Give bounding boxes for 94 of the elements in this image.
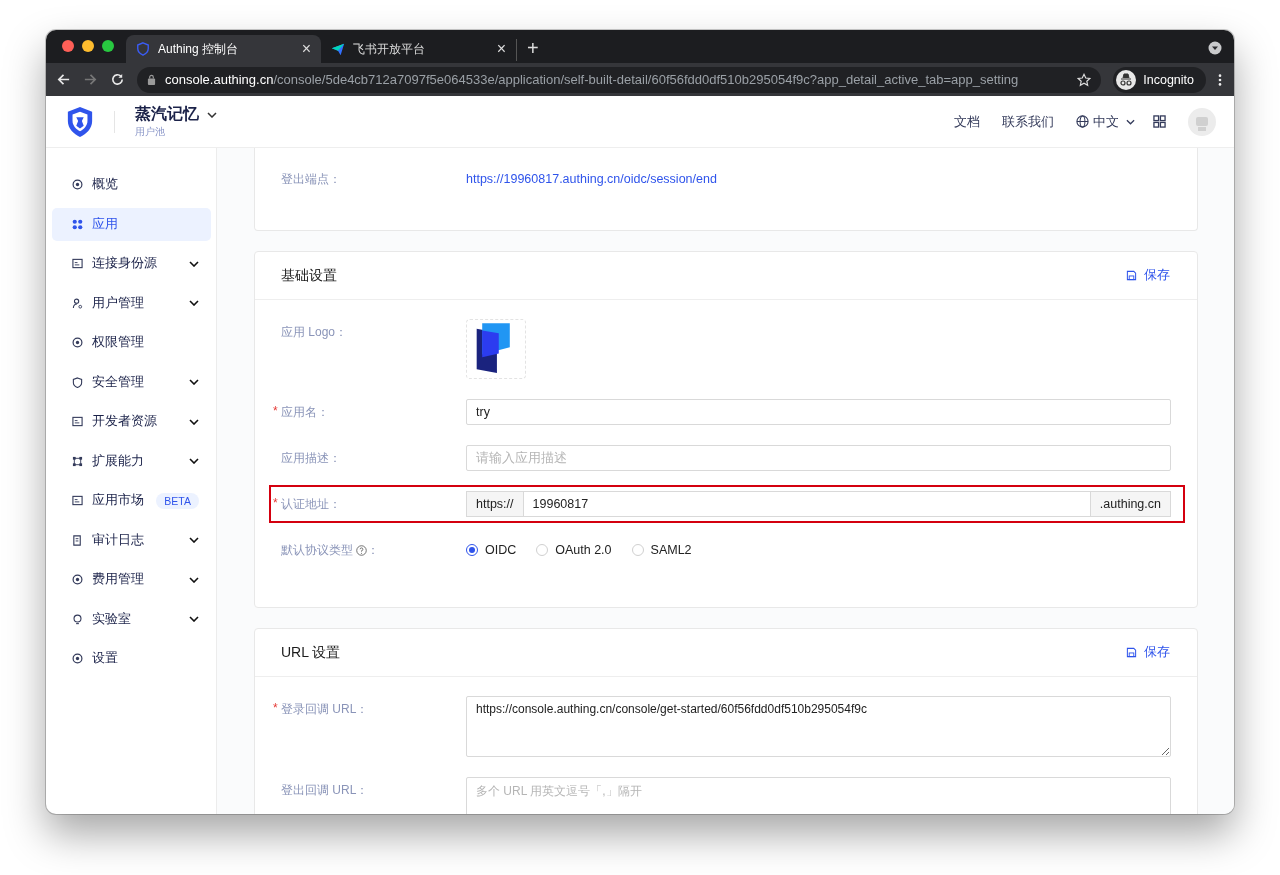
chevron-down-icon[interactable]	[189, 616, 199, 622]
incognito-icon	[1116, 69, 1137, 90]
required-mark: *	[273, 496, 278, 510]
radio-button[interactable]	[466, 544, 478, 556]
radio-option[interactable]: OIDC	[466, 543, 517, 557]
close-tab-button[interactable]: ×	[496, 41, 506, 57]
text-field[interactable]: 请输入应用描述	[466, 445, 1171, 471]
sidebar-item[interactable]: 连接身份源	[52, 247, 211, 280]
browser-tab[interactable]: 飞书开放平台 ×	[321, 35, 516, 63]
language-selector[interactable]: 中文	[1076, 112, 1135, 131]
sidebar-item[interactable]: 概览	[52, 168, 211, 201]
chevron-down-icon	[1126, 118, 1135, 125]
field-label: 应用 Logo：	[281, 323, 348, 341]
globe-icon	[1076, 115, 1089, 128]
paper-plane-icon	[331, 42, 345, 56]
minimize-window-button[interactable]	[82, 40, 94, 52]
required-mark: *	[273, 404, 278, 418]
sidebar-item[interactable]: 安全管理	[52, 365, 211, 399]
radio-option[interactable]: OAuth 2.0	[536, 543, 612, 557]
prefix-addon: https://	[466, 491, 523, 517]
header-link[interactable]: 文档	[954, 112, 980, 131]
close-tab-button[interactable]: ×	[301, 41, 311, 57]
grid-icon[interactable]	[1153, 115, 1166, 128]
user-pool-label: 用户池	[135, 125, 166, 139]
address-bar[interactable]: console.authing.cn/console/5de4cb712a7097f5e064533e/application/self-built-detail/60f56fdd0df510b295054f9c?app_detail_active_tab=app_setting	[137, 66, 1102, 93]
profile-button[interactable]: Incognito	[1113, 66, 1206, 93]
save-button[interactable]: 保存	[1126, 644, 1170, 661]
help-icon[interactable]	[356, 544, 367, 556]
tab-title: 飞书开放平台	[353, 40, 426, 58]
sidebar-item[interactable]: 用户管理	[52, 286, 211, 320]
logout-endpoint-link[interactable]: https://19960817.authing.cn/oidc/session/end	[466, 172, 717, 186]
header-link[interactable]: 联系我们	[1002, 112, 1054, 131]
save-icon	[1126, 647, 1137, 658]
field-label: 应用名：	[281, 403, 329, 421]
chevron-down-icon[interactable]	[189, 537, 199, 543]
field-label: 默认协议类型	[281, 541, 353, 559]
chevron-down-icon[interactable]	[189, 576, 199, 583]
sidebar-item[interactable]: 权限管理	[52, 326, 211, 359]
field-label: 认证地址：	[281, 495, 341, 513]
chevron-down-icon[interactable]	[207, 111, 217, 118]
save-button[interactable]: 保存	[1126, 267, 1170, 284]
radio-option[interactable]: SAML2	[631, 543, 692, 557]
card-title: URL 设置	[281, 643, 341, 662]
sidebar-item[interactable]: 应用市场 BETA	[52, 484, 211, 517]
domain-field[interactable]: 19960817	[522, 491, 1091, 517]
sidebar-item[interactable]: 费用管理	[52, 563, 211, 596]
shield-logo-icon	[66, 105, 94, 138]
required-mark: *	[273, 701, 278, 715]
suffix-addon: .authing.cn	[1090, 491, 1171, 517]
star-icon[interactable]	[1077, 72, 1092, 87]
chevron-down-icon[interactable]	[189, 260, 199, 267]
reload-icon[interactable]	[110, 72, 125, 87]
maximize-window-button[interactable]	[102, 40, 114, 52]
textarea-field[interactable]: 多个 URL 用英文逗号「,」隔开	[466, 777, 1171, 814]
save-icon	[1126, 270, 1137, 281]
apps-icon	[72, 218, 83, 230]
sidebar-item[interactable]: 应用	[52, 207, 211, 241]
sidebar-item[interactable]: 设置	[52, 642, 211, 675]
lock-icon	[147, 74, 156, 85]
id-card-icon	[72, 258, 83, 269]
sidebar-item[interactable]: 开发者资源	[52, 405, 211, 438]
user-icon	[72, 297, 83, 309]
field-label: 应用描述：	[281, 449, 341, 467]
chevron-down-icon[interactable]	[189, 300, 199, 306]
shield-icon	[72, 376, 83, 388]
card-title: 基础设置	[281, 266, 337, 285]
nodes-icon	[72, 455, 83, 467]
chevron-down-icon[interactable]	[189, 379, 199, 385]
field-label: 登出回调 URL：	[281, 781, 369, 799]
forward-icon[interactable]	[83, 72, 98, 87]
sidebar-item[interactable]: 扩展能力	[52, 444, 211, 478]
chevron-down-icon[interactable]	[189, 418, 199, 425]
back-icon[interactable]	[56, 72, 71, 87]
url-text: console.authing.cn/console/5de4cb712a7097f5e064533e/application/self-built-detail/60f56fdd0df510b295054f9c?app_detail_active_tab=app_setting	[165, 72, 1020, 87]
menu-icon[interactable]	[1218, 72, 1222, 87]
shield-icon	[136, 42, 150, 56]
document-icon	[72, 534, 83, 546]
label-colon: ：	[367, 541, 379, 559]
sidebar-item[interactable]: 实验室	[52, 602, 211, 636]
user-pool-name[interactable]: 蒸汽记忆	[135, 104, 199, 125]
close-window-button[interactable]	[62, 40, 74, 52]
logo-upload[interactable]	[466, 319, 526, 379]
new-tab-button[interactable]: +	[516, 39, 549, 61]
tab-title: Authing 控制台	[158, 40, 240, 58]
browser-tab[interactable]: Authing 控制台 ×	[126, 35, 321, 63]
field-label: 登录回调 URL：	[281, 700, 369, 718]
textarea-field[interactable]: https://console.authing.cn/console/get-started/60f56fdd0df510b295054f9c	[466, 696, 1171, 757]
chevron-down-icon[interactable]	[189, 458, 199, 464]
beta-badge: BETA	[156, 492, 199, 509]
field-label: 登出端点：	[281, 170, 341, 188]
sidebar-item[interactable]: 审计日志	[52, 523, 211, 557]
text-field[interactable]: try	[466, 399, 1171, 425]
bulb-icon	[72, 613, 83, 625]
tab-search-icon[interactable]	[1208, 41, 1222, 55]
